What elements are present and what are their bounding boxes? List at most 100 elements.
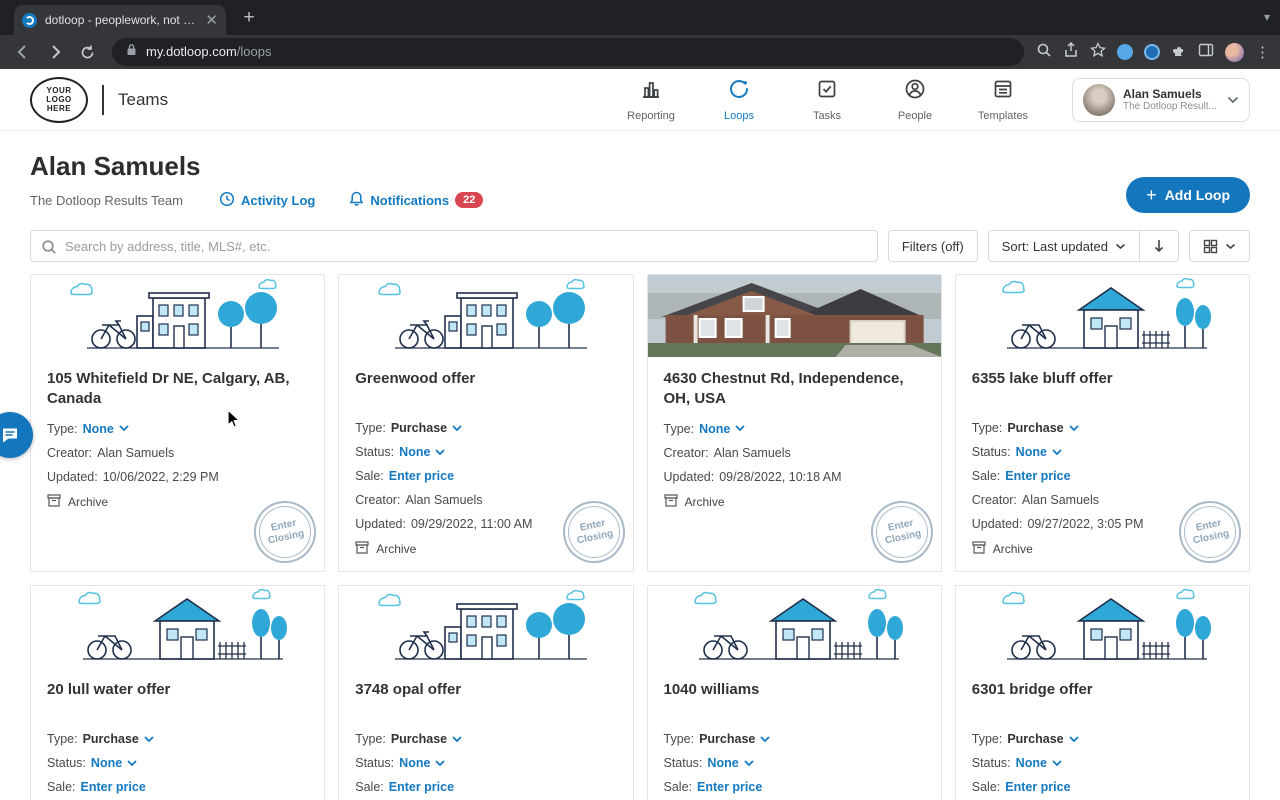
field-label: Updated: [47, 469, 98, 484]
extensions-puzzle-icon[interactable] [1171, 42, 1187, 63]
filter-toolbar: Filters (off) Sort: Last updated [30, 230, 1250, 262]
nav-item-loops[interactable]: Loops [710, 77, 768, 122]
back-icon[interactable] [10, 39, 36, 65]
search-tabs-icon[interactable] [1036, 42, 1052, 63]
field-label: Creator: [663, 445, 709, 460]
notifications-label: Notifications [370, 192, 450, 208]
chevron-down-icon[interactable] [735, 425, 745, 432]
field-value[interactable]: Enter price [389, 469, 454, 483]
field-value[interactable]: Purchase [391, 732, 447, 746]
stamp-line-2: Closing [267, 528, 306, 547]
loop-card[interactable]: 6301 bridge offer Type: Purchase Status: No… [954, 585, 1250, 800]
field-value[interactable]: Enter price [1005, 780, 1070, 794]
support-chat-button[interactable] [0, 412, 33, 458]
sort-direction-button[interactable] [1140, 239, 1178, 253]
loop-title[interactable]: Greenwood offer [355, 369, 616, 409]
chevron-down-icon[interactable] [760, 736, 770, 743]
loop-card[interactable]: 4630 Chestnut Rd, Independence, OH, USA … [646, 274, 942, 572]
search-box [30, 230, 878, 262]
refresh-icon[interactable] [74, 39, 100, 65]
side-panel-icon[interactable] [1198, 42, 1214, 63]
field-value[interactable]: None [1016, 445, 1047, 459]
field-value[interactable]: Enter price [1005, 469, 1070, 483]
activity-log-link[interactable]: Activity Log [219, 191, 315, 210]
bookmark-star-icon[interactable] [1090, 41, 1106, 63]
nav-item-reporting[interactable]: Reporting [622, 77, 680, 122]
chevron-down-icon[interactable] [1052, 760, 1062, 767]
field-value[interactable]: Purchase [1007, 732, 1063, 746]
new-tab-button[interactable]: + [236, 5, 262, 31]
loop-title[interactable]: 6301 bridge offer [972, 680, 1233, 720]
loop-field: Status: None [47, 756, 308, 770]
loop-card[interactable]: 1040 williams Type: Purchase Status: None Sa… [646, 585, 942, 800]
field-label: Creator: [971, 493, 1017, 507]
profile-menu[interactable]: Alan Samuels The Dotloop Result... [1072, 77, 1250, 122]
field-value[interactable]: Enter price [81, 780, 146, 794]
field-value[interactable]: Purchase [699, 732, 755, 746]
loop-card[interactable]: 20 lull water offer Type: Purchase Status:… [30, 585, 326, 800]
tab-close-icon[interactable]: ✕ [205, 13, 218, 28]
browser-tab[interactable]: dotloop - peoplework, not pap ✕ [14, 5, 226, 35]
people-icon [903, 77, 927, 106]
loop-field: Type: Purchase [972, 732, 1233, 746]
loop-title[interactable]: 105 Whitefield Dr NE, Calgary, AB, Canad… [47, 369, 308, 410]
nav-item-tasks[interactable]: Tasks [798, 77, 856, 122]
browser-profile-avatar[interactable] [1225, 42, 1244, 62]
chevron-down-icon[interactable] [744, 760, 754, 767]
loop-title[interactable]: 6355 lake bluff offer [972, 369, 1233, 409]
add-loop-button[interactable]: + Add Loop [1126, 177, 1250, 213]
filters-button[interactable]: Filters (off) [887, 230, 978, 262]
share-icon[interactable] [1063, 41, 1079, 63]
field-value[interactable]: None [699, 422, 730, 436]
loop-title[interactable]: 4630 Chestnut Rd, Independence, OH, USA [664, 369, 925, 410]
loop-title[interactable]: 20 lull water offer [47, 680, 308, 720]
sort-button[interactable]: Sort: Last updated [989, 239, 1139, 254]
chevron-down-icon[interactable] [452, 736, 462, 743]
chevron-down-icon[interactable] [1069, 736, 1079, 743]
field-value[interactable]: Purchase [1007, 421, 1063, 435]
field-label: Sale: [355, 469, 384, 483]
company-logo[interactable]: YOUR LOGO HERE [30, 76, 88, 123]
chevron-down-icon[interactable] [127, 760, 137, 767]
notifications-link[interactable]: Notifications 22 [349, 191, 484, 210]
field-label: Updated: [971, 517, 1023, 531]
field-value[interactable]: Enter price [697, 780, 762, 794]
loop-card[interactable]: 3748 opal offer Type: Purchase Status: None… [338, 585, 634, 800]
chevron-down-icon[interactable] [1052, 449, 1062, 456]
nav-item-people[interactable]: People [886, 77, 944, 122]
chevron-down-icon[interactable] [435, 760, 445, 767]
chevron-down-icon[interactable] [1069, 425, 1079, 432]
view-layout-button[interactable] [1189, 230, 1250, 262]
field-value[interactable]: None [91, 756, 122, 770]
extension-icon[interactable] [1117, 44, 1133, 60]
plus-icon: + [1146, 185, 1157, 205]
field-value[interactable]: Purchase [83, 732, 139, 746]
loop-card[interactable]: 6355 lake bluff offer Type: Purchase Statu… [954, 274, 1250, 572]
url-bar[interactable]: my.dotloop.com/loops [112, 38, 1024, 66]
chevron-down-icon[interactable] [144, 736, 154, 743]
archive-icon [972, 541, 986, 557]
loop-card[interactable]: 105 Whitefield Dr NE, Calgary, AB, Canad… [30, 274, 326, 572]
nav-item-templates[interactable]: Templates [974, 77, 1032, 122]
chevron-down-icon[interactable] [435, 449, 445, 456]
loop-field: Type: Purchase [355, 421, 616, 435]
field-label: Creator: [355, 493, 401, 507]
field-value[interactable]: None [707, 756, 738, 770]
field-value[interactable]: None [399, 445, 430, 459]
forward-icon[interactable] [42, 39, 68, 65]
chevron-down-icon[interactable] [452, 425, 462, 432]
stamp-line-1: Enter [1194, 517, 1223, 534]
chevron-down-icon[interactable] [119, 425, 129, 432]
field-value[interactable]: None [1016, 756, 1047, 770]
browser-menu-icon[interactable]: ⋮ [1255, 43, 1270, 61]
search-input[interactable] [31, 231, 877, 261]
field-value[interactable]: Enter price [389, 780, 454, 794]
extension-icon[interactable] [1144, 44, 1160, 60]
loop-card[interactable]: Greenwood offer Type: Purchase Status: None… [338, 274, 634, 572]
tab-search-chevron-icon[interactable]: ▾ [1264, 10, 1270, 24]
field-value[interactable]: Purchase [391, 421, 447, 435]
field-value[interactable]: None [83, 422, 114, 436]
loop-title[interactable]: 3748 opal offer [355, 680, 616, 720]
field-value[interactable]: None [399, 756, 430, 770]
loop-title[interactable]: 1040 williams [664, 680, 925, 720]
